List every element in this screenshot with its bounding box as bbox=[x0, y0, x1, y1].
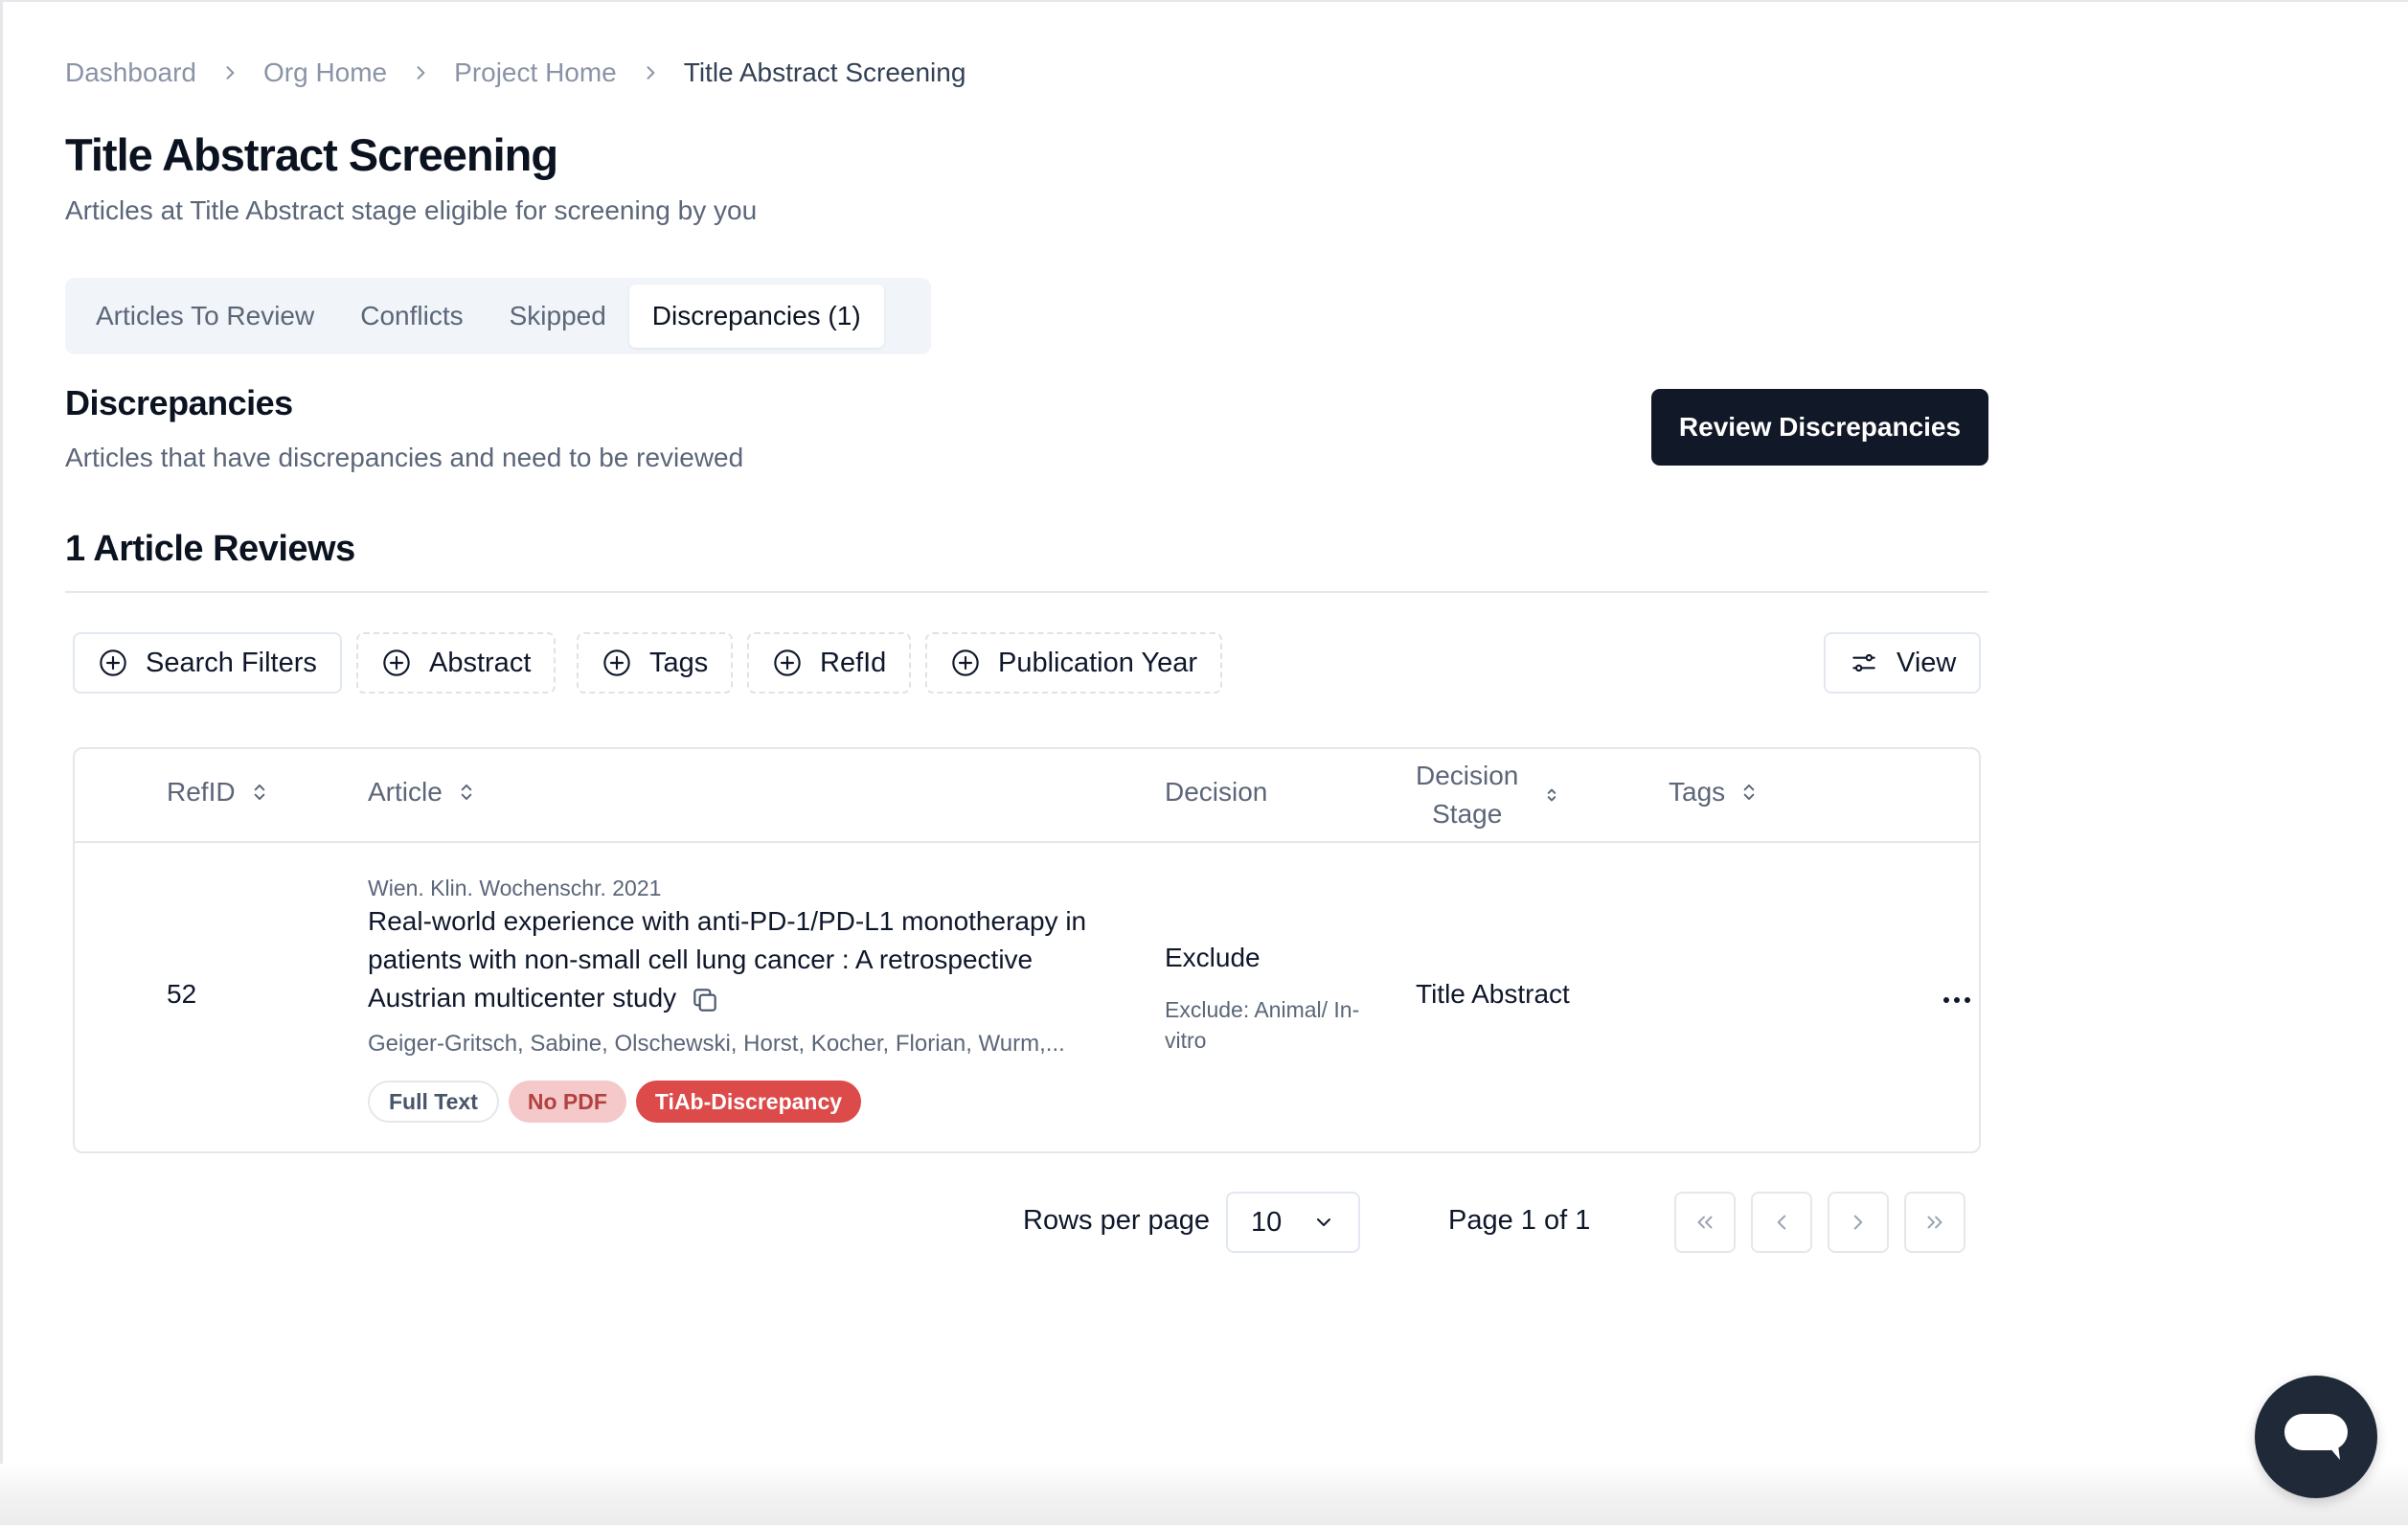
screening-tabs: Articles To Review Conflicts Skipped Dis… bbox=[65, 278, 931, 354]
breadcrumb-project-home[interactable]: Project Home bbox=[454, 57, 617, 88]
window-top-border bbox=[0, 0, 2408, 2]
section-title: Discrepancies bbox=[65, 383, 293, 422]
sort-icon bbox=[247, 780, 272, 805]
tab-discrepancies[interactable]: Discrepancies (1) bbox=[628, 285, 884, 348]
publication-year-filter-label: Publication Year bbox=[998, 647, 1197, 678]
tab-conflicts[interactable]: Conflicts bbox=[337, 285, 486, 348]
copy-icon[interactable] bbox=[690, 985, 720, 1015]
decision-stage-line2: Stage bbox=[1432, 799, 1503, 829]
refid-filter-label: RefId bbox=[820, 647, 887, 678]
tags-filter-button[interactable]: Tags bbox=[577, 632, 734, 694]
section-description: Articles that have discrepancies and nee… bbox=[65, 443, 744, 472]
column-header-tags-label: Tags bbox=[1669, 777, 1726, 807]
row-decision-reason: Exclude: Animal/ In-vitro bbox=[1165, 997, 1360, 1053]
plus-circle-icon bbox=[602, 648, 632, 678]
row-article-title-block: Real-world experience with anti-PD-1/PD-… bbox=[368, 902, 1115, 1017]
column-header-tags[interactable]: Tags bbox=[1669, 777, 1761, 808]
plus-circle-icon bbox=[950, 648, 981, 678]
view-options-button[interactable]: View bbox=[1824, 632, 1982, 694]
plus-circle-icon bbox=[98, 648, 128, 678]
chevron-right-icon bbox=[196, 63, 263, 82]
breadcrumb-org-home[interactable]: Org Home bbox=[263, 57, 387, 88]
rows-per-page-value: 10 bbox=[1251, 1206, 1283, 1238]
chat-icon bbox=[2284, 1414, 2348, 1460]
chevrons-right-icon bbox=[1927, 1216, 1942, 1229]
column-header-refid[interactable]: RefID bbox=[167, 777, 272, 808]
breadcrumb-dashboard[interactable]: Dashboard bbox=[65, 57, 196, 88]
row-decision: Exclude bbox=[1165, 943, 1261, 972]
next-page-button[interactable] bbox=[1828, 1192, 1889, 1253]
row-authors: Geiger-Gritsch, Sabine, Olschewski, Hors… bbox=[368, 1031, 1065, 1057]
breadcrumb-current: Title Abstract Screening bbox=[683, 57, 966, 87]
page-title: Title Abstract Screening bbox=[65, 129, 558, 180]
column-header-article-label: Article bbox=[368, 777, 443, 807]
row-refid: 52 bbox=[167, 979, 197, 1009]
plus-circle-icon bbox=[772, 648, 803, 678]
search-filters-button[interactable]: Search Filters bbox=[73, 632, 342, 694]
plus-circle-icon bbox=[381, 648, 412, 678]
breadcrumb: Dashboard Org Home Project Home Title Ab… bbox=[65, 54, 965, 92]
publication-year-filter-button[interactable]: Publication Year bbox=[925, 632, 1222, 694]
chevrons-left-icon bbox=[1697, 1216, 1713, 1229]
row-decision-stage: Title Abstract bbox=[1416, 979, 1570, 1009]
first-page-button[interactable] bbox=[1674, 1192, 1736, 1253]
column-header-refid-label: RefID bbox=[167, 777, 236, 807]
tiab-discrepancy-badge: TiAb-Discrepancy bbox=[635, 1081, 862, 1123]
previous-page-button[interactable] bbox=[1751, 1192, 1812, 1253]
last-page-button[interactable] bbox=[1904, 1192, 1965, 1253]
review-discrepancies-button[interactable]: Review Discrepancies bbox=[1651, 389, 1988, 466]
window-left-border bbox=[0, 0, 3, 1466]
rows-per-page-label: Rows per page bbox=[1023, 1205, 1211, 1236]
row-article-title[interactable]: Real-world experience with anti-PD-1/PD-… bbox=[368, 906, 1086, 1013]
tags-filter-label: Tags bbox=[649, 647, 709, 678]
sliders-icon bbox=[1849, 648, 1879, 678]
rows-per-page-select[interactable]: 10 bbox=[1226, 1192, 1360, 1253]
chevron-right-icon bbox=[387, 63, 454, 82]
column-header-decision-stage-label: Decision Stage bbox=[1416, 757, 1518, 833]
article-reviews-table: RefID Article Decision Decision Stage Ta… bbox=[73, 747, 1981, 1153]
article-reviews-count: 1 Article Reviews bbox=[65, 529, 355, 569]
chevron-left-icon bbox=[1777, 1215, 1786, 1230]
chevron-down-icon bbox=[1317, 1218, 1330, 1226]
sort-icon bbox=[1539, 783, 1564, 808]
sort-icon bbox=[454, 780, 479, 805]
view-options-label: View bbox=[1897, 647, 1957, 678]
no-pdf-badge: No PDF bbox=[508, 1081, 626, 1123]
row-journal: Wien. Klin. Wochenschr. 2021 bbox=[368, 876, 662, 900]
page-subtitle: Articles at Title Abstract stage eligibl… bbox=[65, 195, 758, 225]
column-header-decision-stage[interactable]: Decision Stage bbox=[1416, 757, 1564, 833]
bottom-shadow bbox=[0, 1464, 2408, 1525]
refid-filter-button[interactable]: RefId bbox=[747, 632, 912, 694]
abstract-filter-button[interactable]: Abstract bbox=[356, 632, 557, 694]
row-badges: Full Text No PDF TiAb-Discrepancy bbox=[368, 1081, 862, 1123]
chat-launcher-button[interactable] bbox=[2255, 1376, 2377, 1498]
tab-articles-to-review[interactable]: Articles To Review bbox=[73, 285, 337, 348]
table-header: RefID Article Decision Decision Stage Ta… bbox=[75, 749, 1979, 843]
search-filters-label: Search Filters bbox=[146, 647, 317, 678]
divider bbox=[65, 591, 1988, 593]
abstract-filter-label: Abstract bbox=[429, 647, 532, 678]
page-info: Page 1 of 1 bbox=[1448, 1205, 1591, 1236]
decision-stage-line1: Decision bbox=[1416, 761, 1519, 790]
column-header-article[interactable]: Article bbox=[368, 777, 479, 808]
row-actions-button[interactable] bbox=[1933, 983, 1981, 1017]
column-header-decision: Decision bbox=[1165, 777, 1267, 808]
chevron-right-icon bbox=[1853, 1215, 1863, 1230]
tab-skipped[interactable]: Skipped bbox=[487, 285, 629, 348]
full-text-badge: Full Text bbox=[368, 1081, 499, 1123]
more-horizontal-icon bbox=[1943, 997, 1970, 1003]
sort-icon bbox=[1737, 780, 1761, 805]
column-header-decision-label: Decision bbox=[1165, 777, 1268, 807]
chevron-right-icon bbox=[617, 63, 684, 82]
